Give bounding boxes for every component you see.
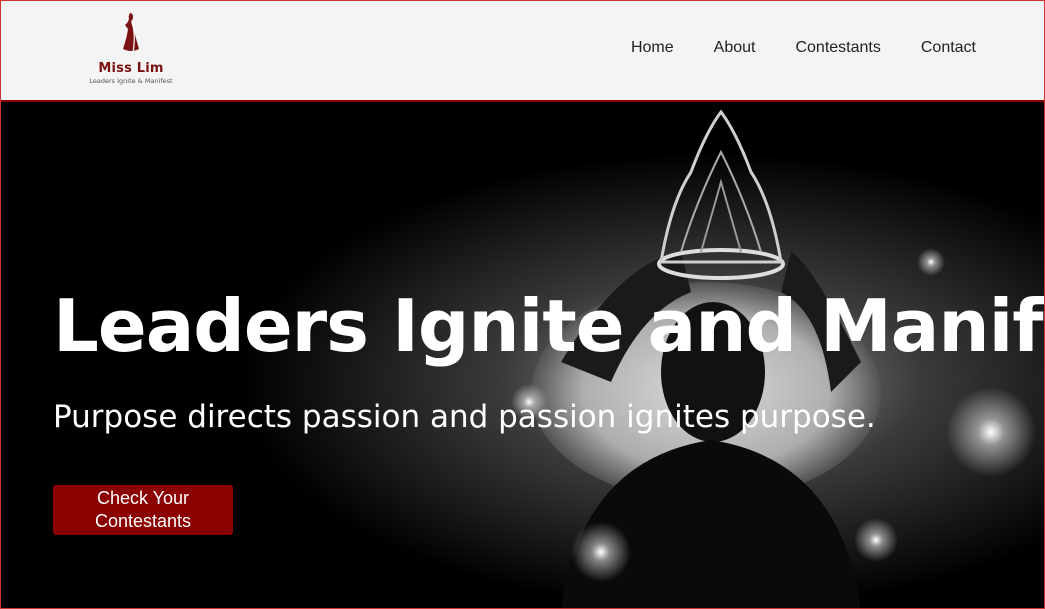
hero-title: Leaders Ignite and Manifest <box>53 284 1044 368</box>
nav-item-about[interactable]: About <box>714 39 756 57</box>
brand-name: Miss Lim <box>98 61 164 76</box>
site-header: Miss Lim Leaders Ignite & Manifest Home … <box>1 1 1044 102</box>
hero-section: Leaders Ignite and Manifest Purpose dire… <box>1 102 1044 608</box>
nav-item-contestants[interactable]: Contestants <box>795 39 880 57</box>
woman-silhouette-logo-icon <box>123 13 139 54</box>
check-contestants-button[interactable]: Check Your Contestants <box>53 485 233 535</box>
brand-logo[interactable]: Miss Lim Leaders Ignite & Manifest <box>77 11 185 95</box>
nav-item-home[interactable]: Home <box>631 39 674 57</box>
page: Miss Lim Leaders Ignite & Manifest Home … <box>0 0 1045 609</box>
brand-tagline: Leaders Ignite & Manifest <box>89 77 173 85</box>
main-nav: Home About Contestants Contact <box>631 39 976 57</box>
nav-item-contact[interactable]: Contact <box>921 39 976 57</box>
hero-subtitle: Purpose directs passion and passion igni… <box>53 399 876 435</box>
